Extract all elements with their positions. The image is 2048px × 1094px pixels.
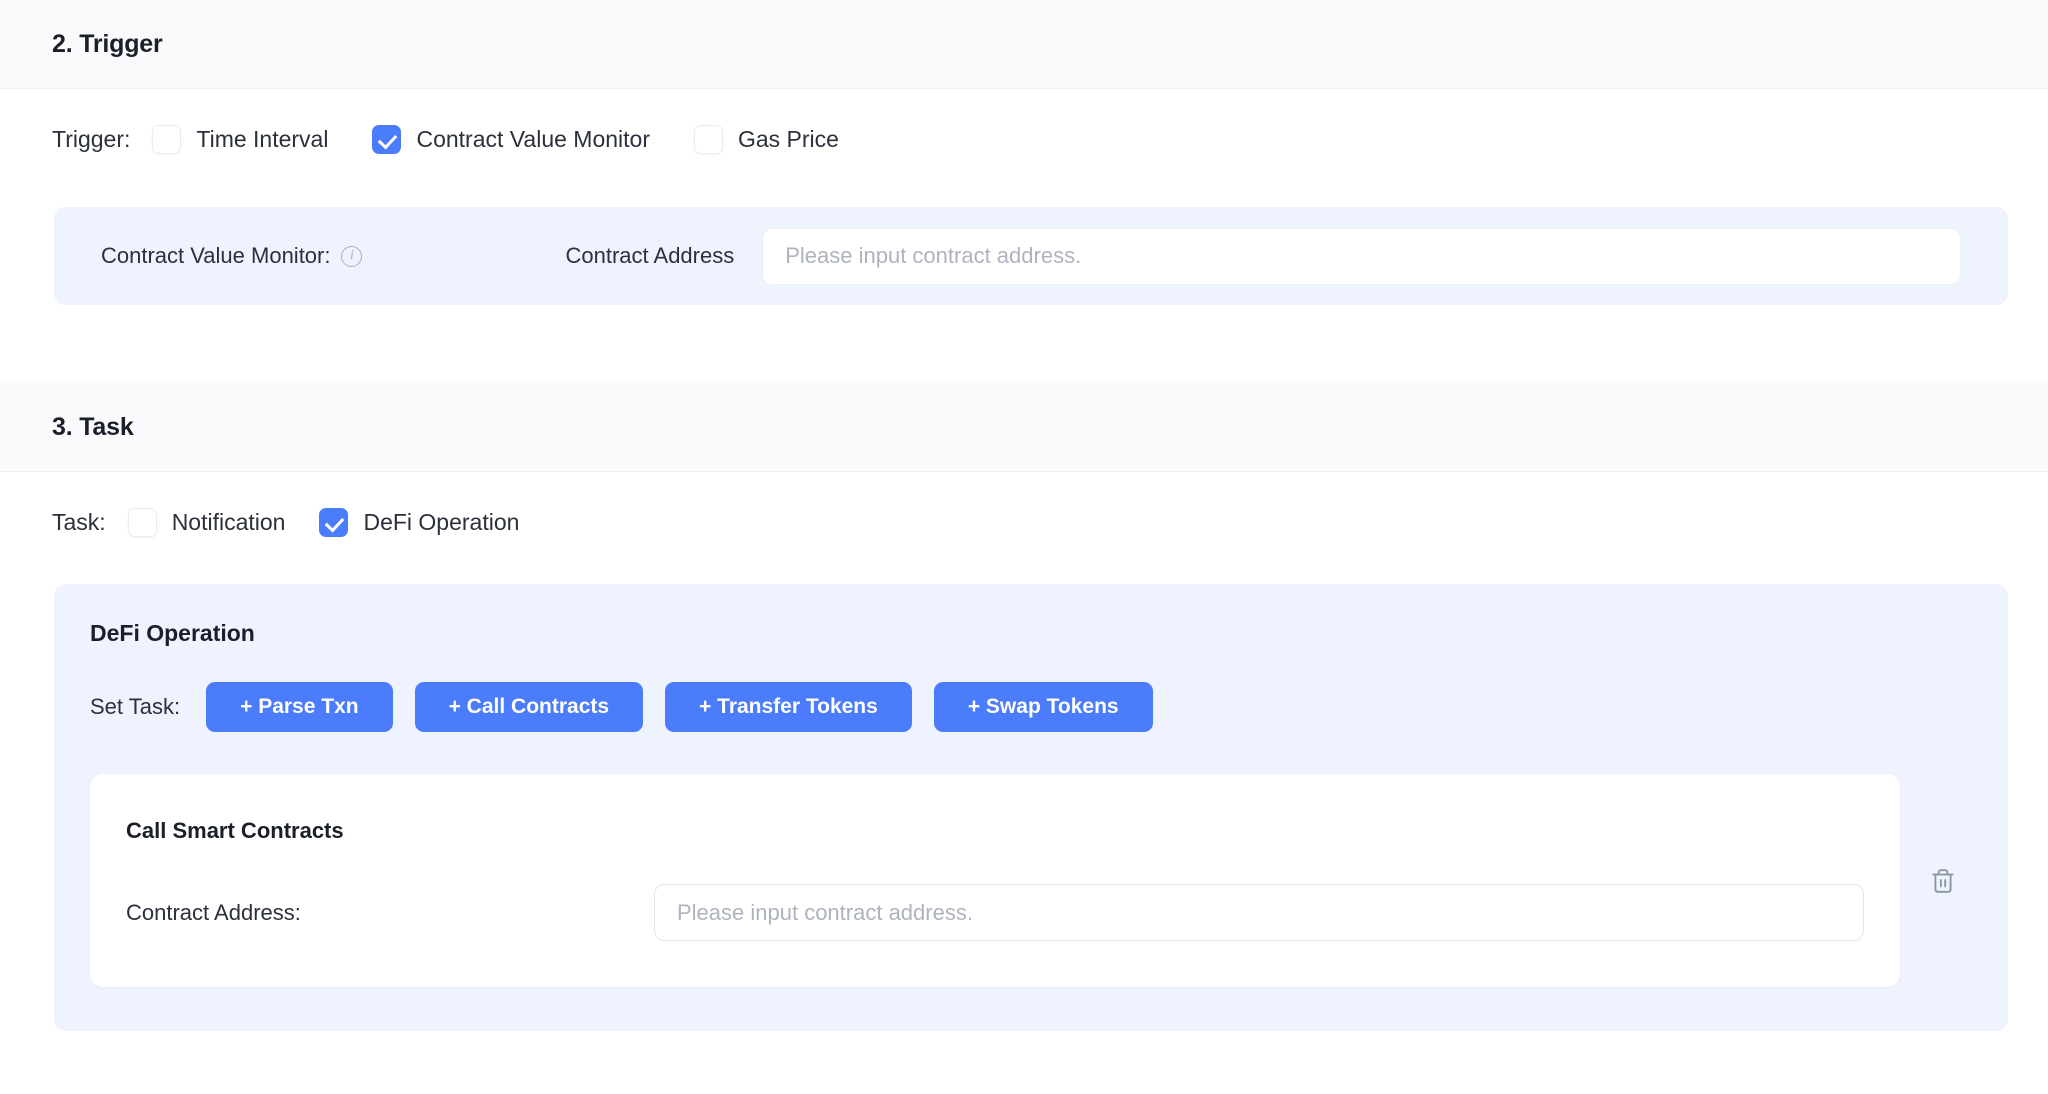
checkbox-label-time-interval: Time Interval [196,125,329,152]
defi-operation-title: DeFi Operation [90,620,255,646]
automation-builder-page: 2. Trigger Trigger: Time Interval Contra… [0,0,2048,1094]
checkbox-item-defi-operation[interactable]: DeFi Operation [319,507,520,537]
section-header-task: 3. Task [0,383,2048,472]
card-contract-address-placeholder: Please input contract address. [677,899,973,925]
checkbox-label-notification: Notification [171,508,286,535]
card-contract-address-label: Contract Address: [126,899,301,925]
checkbox-defi-operation[interactable] [319,507,349,537]
add-parse-txn-button[interactable]: + Parse Txn [206,682,393,732]
checkbox-label-defi-operation: DeFi Operation [363,508,520,535]
trash-icon [1932,868,1954,893]
checkbox-contract-value-monitor[interactable] [372,124,402,154]
add-swap-tokens-button[interactable]: + Swap Tokens [933,682,1153,732]
checkbox-gas-price[interactable] [693,124,723,154]
checkbox-notification[interactable] [127,507,157,537]
card-contract-address-row: Contract Address: Please input contract … [126,884,1864,941]
checkbox-item-contract-value-monitor[interactable]: Contract Value Monitor [372,124,650,154]
delete-task-button[interactable] [1914,852,1972,910]
section-header-trigger: 2. Trigger [0,0,2048,89]
contract-value-monitor-label: Contract Value Monitor: i [101,243,363,269]
trigger-contract-address-input[interactable]: Please input contract address. [762,227,1961,285]
checkbox-label-contract-value-monitor: Contract Value Monitor [416,125,650,152]
card-contract-address-input[interactable]: Please input contract address. [654,884,1864,941]
call-smart-contracts-card: Call Smart Contracts Contract Address: P… [90,774,1900,987]
checkbox-label-gas-price: Gas Price [737,125,839,152]
checkbox-item-time-interval[interactable]: Time Interval [152,124,329,154]
call-smart-contracts-title: Call Smart Contracts [126,818,344,843]
defi-operation-panel: DeFi Operation Set Task: + Parse Txn + C… [54,584,2008,1031]
contract-address-label: Contract Address [565,243,735,268]
add-transfer-tokens-button[interactable]: + Transfer Tokens [665,682,912,732]
set-task-label: Set Task: [90,694,181,719]
trigger-section-spacer [0,305,2048,383]
trigger-row-label: Trigger: [52,125,131,152]
task-option-row: Task: Notification DeFi Operation [0,472,2048,572]
contract-value-monitor-label-text: Contract Value Monitor: [101,243,331,268]
trigger-contract-address-placeholder: Please input contract address. [785,243,1082,268]
set-task-row: Set Task: + Parse Txn + Call Contracts +… [54,682,2008,732]
task-row-label: Task: [52,508,106,535]
info-icon[interactable]: i [341,245,363,267]
page-title-trigger: 2. Trigger [52,29,163,58]
page-title-task: 3. Task [52,412,134,441]
section-body-task: Task: Notification DeFi Operation DeFi O… [0,472,2048,1031]
checkbox-time-interval[interactable] [152,124,182,154]
trigger-option-row: Trigger: Time Interval Contract Value Mo… [0,89,2048,189]
checkbox-item-notification[interactable]: Notification [127,507,286,537]
task-card-wrapper: Call Smart Contracts Contract Address: P… [54,774,2008,987]
section-body-trigger: Trigger: Time Interval Contract Value Mo… [0,89,2048,383]
checkbox-item-gas-price[interactable]: Gas Price [693,124,839,154]
add-call-contracts-button[interactable]: + Call Contracts [414,682,644,732]
contract-value-monitor-panel: Contract Value Monitor: i Contract Addre… [54,207,2008,305]
